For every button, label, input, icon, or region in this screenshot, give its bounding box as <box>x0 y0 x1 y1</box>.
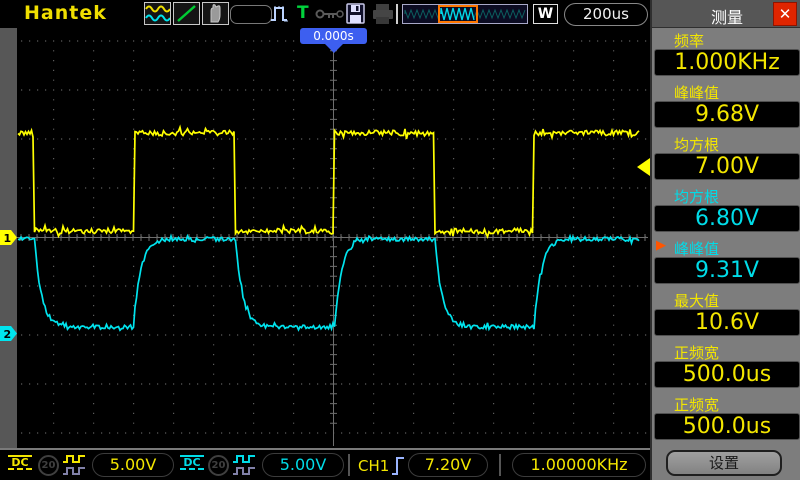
floppy-disk-icon <box>346 3 365 24</box>
keylock-icon <box>315 9 344 19</box>
settings-button[interactable]: 设置 <box>666 450 782 476</box>
close-icon[interactable]: ✕ <box>773 2 797 26</box>
selected-arrow-icon: ▶ <box>656 238 666 253</box>
measurement-label: 峰峰值 <box>674 84 720 102</box>
waveform-display[interactable]: 12 <box>0 28 650 448</box>
measurement-value: 500.0us <box>654 361 800 388</box>
measurement-label: 正频宽 <box>674 396 720 414</box>
toolbar-divider <box>396 4 398 24</box>
trigger-position-marker[interactable]: 0.000s <box>300 28 367 44</box>
hand-icon <box>210 4 221 23</box>
ch2-bw-label: 20 <box>211 460 226 471</box>
measurement-label: 最大值 <box>674 292 720 310</box>
save-button[interactable] <box>346 3 366 29</box>
ch1-probe-waveform-icon <box>63 455 85 475</box>
ch2-bandwidth-limit-icon[interactable]: 20 <box>208 455 229 476</box>
bottom-bar: DC 20 5.00V DC 20 5.00V CH1 7.20V 1.0000… <box>0 448 650 480</box>
measurement-row[interactable]: 峰峰值 9.68V <box>654 80 800 132</box>
frequency-counter-readout: 1.00000KHz <box>512 453 646 477</box>
ch2-probe-waveform-icon <box>233 455 255 475</box>
measurement-value: 6.80V <box>654 205 800 232</box>
oscilloscope-screen: Hantek T W 200us 0.000s 1 2 DC 20 5.00V … <box>0 0 800 480</box>
measurement-value: 9.68V <box>654 101 800 128</box>
brand-logo: Hantek <box>24 2 107 24</box>
measurement-row[interactable]: 最大值 10.6V <box>654 288 800 340</box>
memory-waveform-strip[interactable] <box>402 4 528 24</box>
measurement-value: 1.000KHz <box>654 49 800 76</box>
ch2-coupling-label: DC <box>183 456 201 469</box>
trigger-level-readout[interactable]: 7.20V <box>408 453 488 477</box>
empty-toolbar-slot <box>230 5 272 24</box>
ch1-bw-label: 20 <box>41 460 56 471</box>
measurement-row[interactable]: 正频宽 500.0us <box>654 392 800 444</box>
measurement-label: 峰峰值 <box>674 240 720 258</box>
top-bar: Hantek T W 200us <box>0 0 650 29</box>
diagonal-line-icon <box>177 5 196 22</box>
ch1-coupling-icon[interactable]: DC <box>8 455 32 470</box>
svg-text:1: 1 <box>4 232 12 245</box>
timebase-readout[interactable]: 200us <box>564 3 648 26</box>
cursor-menu-button[interactable] <box>173 2 200 25</box>
ch1-volts-div-readout[interactable]: 5.00V <box>92 453 174 477</box>
measure-panel: 测量 ✕ 频率 1.000KHz 峰峰值 9.68V 均方根 7.00V 均方根 6.80V ▶… <box>650 0 800 480</box>
bottom-bar-divider <box>348 454 350 476</box>
trigger-source-label: CH1 <box>358 457 390 475</box>
measurement-value: 500.0us <box>654 413 800 440</box>
ch1-bandwidth-limit-icon[interactable]: 20 <box>38 455 59 476</box>
measurement-row[interactable]: 均方根 7.00V <box>654 132 800 184</box>
measurement-label: 频率 <box>674 32 705 50</box>
pulse-trigger-icon <box>271 6 288 22</box>
measurement-label: 均方根 <box>674 188 720 206</box>
print-icon <box>373 4 393 24</box>
sine-waves-icon <box>145 5 171 22</box>
trigger-status-indicator: T <box>297 3 309 23</box>
measurement-row[interactable]: 正频宽 500.0us <box>654 340 800 392</box>
ch2-coupling-icon[interactable]: DC <box>180 455 204 470</box>
measurement-row[interactable]: 均方根 6.80V <box>654 184 800 236</box>
trigger-position-pointer-icon <box>325 44 343 53</box>
measurement-label: 均方根 <box>674 136 720 154</box>
bottom-bar-divider <box>499 454 501 476</box>
measurement-value: 9.31V <box>654 257 800 284</box>
measurement-value: 7.00V <box>654 153 800 180</box>
measurement-row[interactable]: ▶ 峰峰值 9.31V <box>654 236 800 288</box>
window-zoom-icon[interactable]: W <box>533 4 558 24</box>
measurement-row[interactable]: 频率 1.000KHz <box>654 28 800 80</box>
measurement-label: 正频宽 <box>674 344 720 362</box>
memory-waveform-icon <box>404 5 526 23</box>
ch1-coupling-label: DC <box>11 456 29 469</box>
measurement-value: 10.6V <box>654 309 800 336</box>
rising-edge-icon <box>392 457 404 475</box>
svg-text:2: 2 <box>4 328 12 341</box>
hand-drag-button[interactable] <box>202 2 229 25</box>
measure-panel-header: 测量 ✕ <box>652 0 800 28</box>
ch2-volts-div-readout[interactable]: 5.00V <box>262 453 344 477</box>
channels-menu-button[interactable] <box>144 2 171 25</box>
